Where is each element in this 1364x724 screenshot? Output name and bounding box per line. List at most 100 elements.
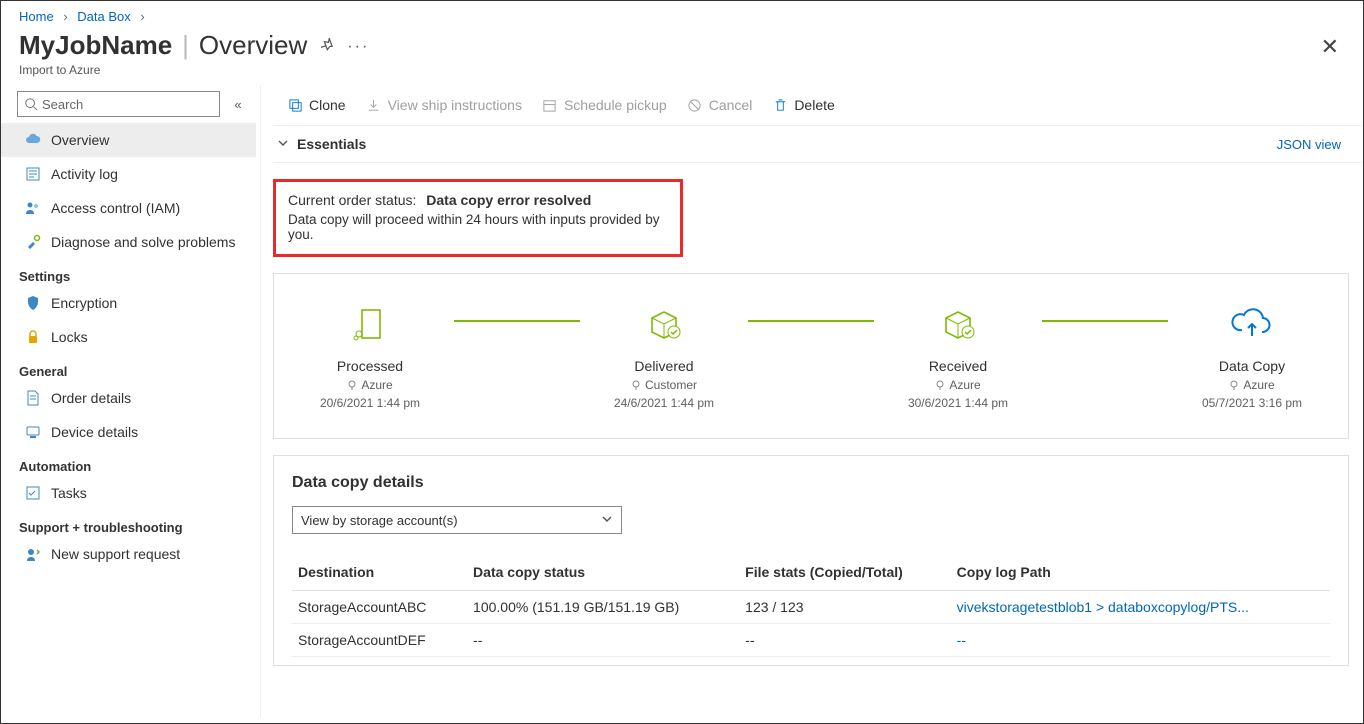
page-subtitle: Import to Azure bbox=[1, 63, 1363, 85]
pin-icon bbox=[935, 380, 945, 390]
cell-dest: StorageAccountABC bbox=[292, 591, 467, 624]
calendar-icon bbox=[542, 97, 558, 113]
cell-dest: StorageAccountDEF bbox=[292, 624, 467, 657]
cancel-icon bbox=[687, 97, 703, 113]
sidebar-item-device-details[interactable]: Device details bbox=[1, 415, 256, 449]
stage-date: 05/7/2021 3:16 pm bbox=[1168, 396, 1336, 410]
schedule-label: Schedule pickup bbox=[564, 97, 667, 113]
sidebar-item-encryption[interactable]: Encryption bbox=[1, 286, 256, 320]
progress-connector bbox=[454, 320, 580, 322]
more-icon[interactable]: ··· bbox=[347, 38, 369, 56]
cell-log-link[interactable]: vivekstoragetestblob1 > databoxcopylog/P… bbox=[957, 599, 1249, 615]
stage-title: Received bbox=[874, 358, 1042, 374]
details-title: Data copy details bbox=[292, 474, 1330, 492]
json-view-link[interactable]: JSON view bbox=[1277, 137, 1341, 152]
clone-label: Clone bbox=[309, 97, 346, 113]
sidebar-section-settings: Settings bbox=[1, 259, 256, 286]
stage-received: Received Azure 30/6/2021 1:44 pm bbox=[874, 302, 1042, 410]
sidebar-item-label: Activity log bbox=[51, 166, 118, 182]
cancel-label: Cancel bbox=[709, 97, 753, 113]
sidebar-item-label: Diagnose and solve problems bbox=[51, 234, 235, 250]
sidebar-item-tasks[interactable]: Tasks bbox=[1, 476, 256, 510]
col-log[interactable]: Copy log Path bbox=[951, 556, 1330, 591]
delete-label: Delete bbox=[794, 97, 834, 113]
device-icon bbox=[23, 424, 43, 440]
status-box: Current order status: Data copy error re… bbox=[273, 179, 683, 257]
sidebar-section-automation: Automation bbox=[1, 449, 256, 476]
close-icon[interactable]: ✕ bbox=[1321, 34, 1339, 60]
chevron-right-icon: › bbox=[57, 9, 73, 24]
content-pane: Clone View ship instructions Schedule pi… bbox=[261, 85, 1363, 717]
server-icon bbox=[286, 302, 454, 346]
progress-connector bbox=[748, 320, 874, 322]
cell-log-link[interactable]: -- bbox=[957, 632, 966, 648]
delete-button[interactable]: Delete bbox=[762, 89, 844, 121]
pin-icon[interactable] bbox=[321, 38, 337, 57]
essentials-header[interactable]: Essentials JSON view bbox=[273, 125, 1363, 163]
status-label: Current order status: bbox=[288, 192, 416, 208]
box-check-icon bbox=[580, 302, 748, 346]
sidebar-section-support: Support + troubleshooting bbox=[1, 510, 256, 537]
sidebar-item-diagnose[interactable]: Diagnose and solve problems bbox=[1, 225, 256, 259]
sidebar-item-overview[interactable]: Overview bbox=[1, 123, 256, 157]
lock-icon bbox=[23, 329, 43, 345]
stage-date: 30/6/2021 1:44 pm bbox=[874, 396, 1042, 410]
view-by-select[interactable]: View by storage account(s) bbox=[292, 506, 622, 534]
sidebar-item-activity-log[interactable]: Activity log bbox=[1, 157, 256, 191]
pin-icon bbox=[347, 380, 357, 390]
view-ship-button: View ship instructions bbox=[356, 89, 532, 121]
support-icon bbox=[23, 546, 43, 562]
stage-datacopy: Data Copy Azure 05/7/2021 3:16 pm bbox=[1168, 302, 1336, 410]
page-section: Overview bbox=[199, 30, 307, 61]
delete-icon bbox=[772, 97, 788, 113]
stage-title: Data Copy bbox=[1168, 358, 1336, 374]
status-message: Data copy will proceed within 24 hours w… bbox=[288, 212, 668, 242]
stage-date: 24/6/2021 1:44 pm bbox=[580, 396, 748, 410]
schedule-pickup-button: Schedule pickup bbox=[532, 89, 677, 121]
stage-delivered: Delivered Customer 24/6/2021 1:44 pm bbox=[580, 302, 748, 410]
sidebar-item-label: Device details bbox=[51, 424, 138, 440]
breadcrumb-databox[interactable]: Data Box bbox=[77, 9, 130, 24]
breadcrumb-home[interactable]: Home bbox=[19, 9, 54, 24]
col-destination[interactable]: Destination bbox=[292, 556, 467, 591]
chevron-down-icon bbox=[601, 513, 613, 528]
search-input[interactable]: Search bbox=[17, 91, 220, 117]
sidebar-item-label: New support request bbox=[51, 546, 180, 562]
cloud-upload-icon bbox=[1168, 302, 1336, 346]
stage-title: Processed bbox=[286, 358, 454, 374]
progress-card: Processed Azure 20/6/2021 1:44 pm Delive… bbox=[273, 273, 1349, 439]
sidebar-item-order-details[interactable]: Order details bbox=[1, 381, 256, 415]
sidebar: Search « Overview Activity log Access co… bbox=[1, 85, 261, 717]
cloud-icon bbox=[23, 132, 43, 148]
sidebar-item-label: Access control (IAM) bbox=[51, 200, 180, 216]
sidebar-item-access-control[interactable]: Access control (IAM) bbox=[1, 191, 256, 225]
col-stats[interactable]: File stats (Copied/Total) bbox=[739, 556, 951, 591]
progress-connector bbox=[1042, 320, 1168, 322]
clone-icon bbox=[287, 97, 303, 113]
essentials-label: Essentials bbox=[297, 136, 366, 152]
clone-button[interactable]: Clone bbox=[277, 89, 356, 121]
chevron-right-icon: › bbox=[134, 9, 150, 24]
sidebar-item-support-request[interactable]: New support request bbox=[1, 537, 256, 571]
collapse-sidebar-icon[interactable]: « bbox=[226, 97, 250, 112]
document-icon bbox=[23, 390, 43, 406]
title-separator: | bbox=[172, 30, 199, 61]
sidebar-item-label: Order details bbox=[51, 390, 131, 406]
stage-date: 20/6/2021 1:44 pm bbox=[286, 396, 454, 410]
breadcrumb: Home › Data Box › bbox=[1, 1, 1363, 26]
pin-icon bbox=[631, 380, 641, 390]
data-copy-details-card: Data copy details View by storage accoun… bbox=[273, 455, 1349, 666]
cell-stats: -- bbox=[739, 624, 951, 657]
search-icon bbox=[24, 97, 38, 111]
sidebar-item-locks[interactable]: Locks bbox=[1, 320, 256, 354]
col-status[interactable]: Data copy status bbox=[467, 556, 739, 591]
status-value: Data copy error resolved bbox=[426, 192, 591, 208]
sidebar-item-label: Encryption bbox=[51, 295, 117, 311]
command-bar: Clone View ship instructions Schedule pi… bbox=[273, 85, 1363, 125]
stage-loc: Azure bbox=[949, 378, 980, 392]
stage-loc: Customer bbox=[645, 378, 697, 392]
log-icon bbox=[23, 166, 43, 182]
stage-loc: Azure bbox=[361, 378, 392, 392]
table-row: StorageAccountDEF -- -- -- bbox=[292, 624, 1330, 657]
chevron-down-icon bbox=[277, 136, 289, 152]
